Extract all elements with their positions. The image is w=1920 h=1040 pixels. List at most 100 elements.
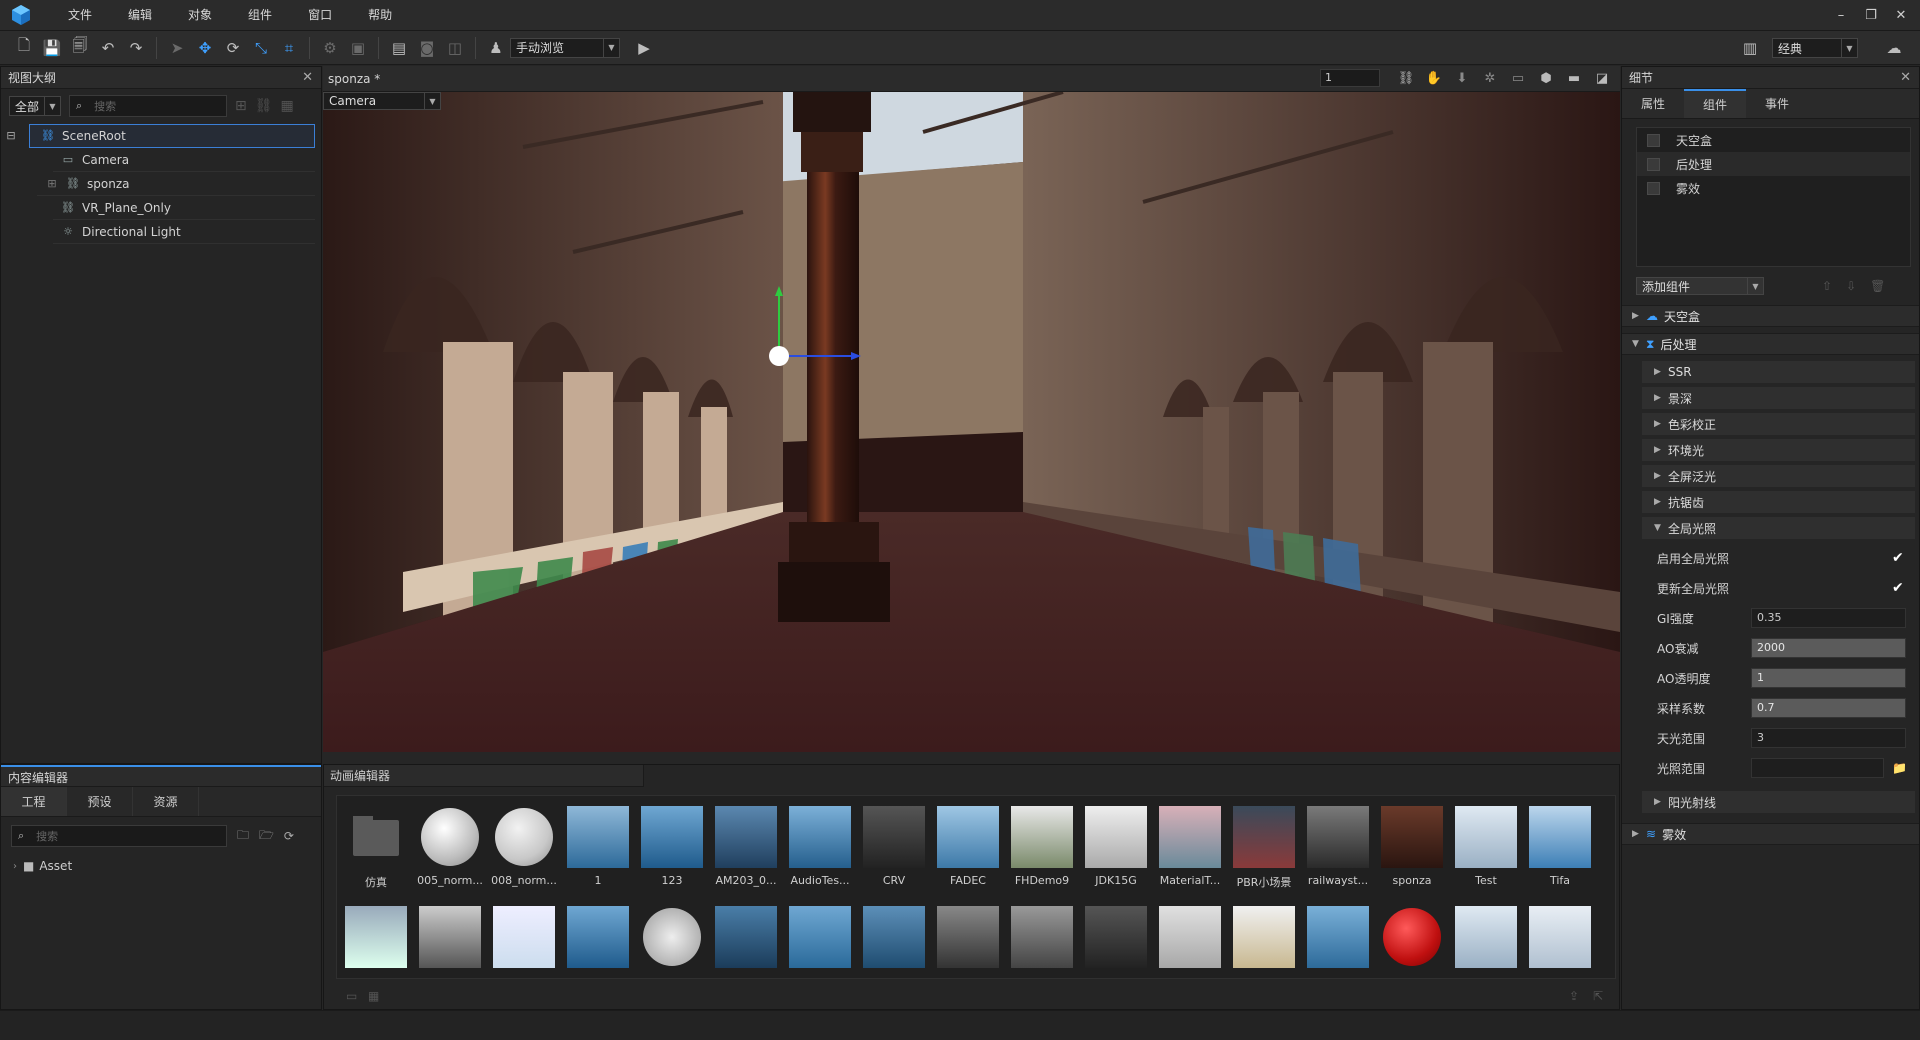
- folder-icon[interactable]: 📁: [1892, 761, 1907, 775]
- asset-item[interactable]: [1157, 906, 1223, 968]
- export-icon[interactable]: ⇱: [1593, 989, 1603, 1003]
- section-fog[interactable]: ▶ ≋ 雾效: [1622, 823, 1919, 845]
- post-item-color-correction[interactable]: ▶ 色彩校正: [1642, 413, 1915, 435]
- gi-strength-input[interactable]: 0.35: [1751, 608, 1906, 628]
- outline-search-input[interactable]: ⌕ 搜索: [69, 95, 227, 117]
- hand-icon[interactable]: ✋: [1422, 71, 1446, 86]
- redo-icon[interactable]: ↷: [122, 35, 150, 61]
- post-item-dof[interactable]: ▶ 景深: [1642, 387, 1915, 409]
- asset-item[interactable]: 1: [565, 806, 631, 887]
- asset-item[interactable]: 123: [639, 806, 705, 887]
- list-icon[interactable]: ▦: [368, 989, 379, 1003]
- transform-icon[interactable]: ⌗: [275, 35, 303, 61]
- down-arrow-icon[interactable]: ⬇: [1450, 71, 1474, 86]
- camera-select[interactable]: Camera ▼: [323, 92, 441, 110]
- frame-input[interactable]: 1: [1320, 69, 1380, 87]
- asset-item[interactable]: [713, 906, 779, 968]
- add-component-select[interactable]: 添加组件 ▼: [1636, 277, 1764, 295]
- tab-resources[interactable]: 资源: [133, 787, 199, 816]
- move-icon[interactable]: ✥: [191, 35, 219, 61]
- new-folder-icon[interactable]: 🗀: [237, 826, 249, 847]
- expand-icon[interactable]: ›: [13, 861, 17, 872]
- view-mode-select[interactable]: 手动浏览 ▼: [510, 37, 620, 58]
- sky-range-input[interactable]: 3: [1751, 728, 1906, 748]
- asset-item[interactable]: Test: [1453, 806, 1519, 887]
- asset-item[interactable]: 005_norm...: [417, 806, 483, 887]
- menu-window[interactable]: 窗口: [290, 0, 350, 31]
- asset-item[interactable]: [787, 906, 853, 968]
- asset-item[interactable]: [1231, 906, 1297, 968]
- asset-item[interactable]: [1305, 906, 1371, 968]
- tree-node-camera[interactable]: ▭ Camera: [53, 148, 315, 172]
- menu-component[interactable]: 组件: [230, 0, 290, 31]
- tree-node-sceneroot[interactable]: ⊟ ⛓ SceneRoot: [6, 124, 315, 148]
- tab-presets[interactable]: 预设: [67, 787, 133, 816]
- asset-item[interactable]: [1379, 906, 1445, 968]
- refresh-icon[interactable]: ⟳: [284, 829, 294, 843]
- open-folder-icon[interactable]: 🗁: [259, 826, 274, 847]
- asset-item[interactable]: FHDemo9: [1009, 806, 1075, 887]
- asset-item[interactable]: 008_norm...: [491, 806, 557, 887]
- component-item-fog[interactable]: 雾效: [1637, 176, 1910, 200]
- delete-icon[interactable]: 🗑: [1870, 279, 1885, 293]
- tree-node-directional-light[interactable]: ☼ Directional Light: [53, 220, 315, 244]
- rotate-icon[interactable]: ⟳: [219, 35, 247, 61]
- collapse-icon[interactable]: ⊟: [4, 124, 18, 148]
- asset-item[interactable]: 仿真: [343, 806, 409, 890]
- asset-item[interactable]: railwayst...: [1305, 806, 1371, 887]
- asset-item[interactable]: [491, 906, 557, 968]
- upload-icon[interactable]: ⇪: [1569, 989, 1579, 1003]
- asset-item[interactable]: [861, 906, 927, 968]
- outline-filter-select[interactable]: 全部 ▼: [9, 96, 61, 116]
- tab-properties[interactable]: 属性: [1622, 89, 1684, 118]
- asset-item[interactable]: [417, 906, 483, 968]
- asset-item[interactable]: MaterialT...: [1157, 806, 1223, 887]
- asset-item[interactable]: JDK15G: [1083, 806, 1149, 887]
- new-file-icon[interactable]: 🗋: [10, 35, 38, 61]
- close-window-icon[interactable]: ✕: [1886, 8, 1916, 23]
- asset-item[interactable]: [1009, 906, 1075, 968]
- menu-object[interactable]: 对象: [170, 0, 230, 31]
- link-icon[interactable]: ⛓: [255, 98, 273, 114]
- component-checkbox[interactable]: [1647, 157, 1660, 171]
- ao-opacity-input[interactable]: 1: [1751, 668, 1906, 688]
- asset-item[interactable]: [935, 906, 1001, 968]
- component-item-postprocess[interactable]: 后处理: [1637, 152, 1910, 176]
- asset-item[interactable]: Tifa: [1527, 806, 1593, 887]
- post-item-ambient[interactable]: ▶ 环境光: [1642, 439, 1915, 461]
- viewport-tab[interactable]: sponza *: [328, 66, 380, 92]
- post-item-bloom[interactable]: ▶ 全屏泛光: [1642, 465, 1915, 487]
- tree-node-sponza[interactable]: ⊞ ⛓ sponza: [37, 172, 315, 196]
- move-down-icon[interactable]: ⇩: [1846, 279, 1856, 293]
- ao-decay-input[interactable]: 2000: [1751, 638, 1906, 658]
- asset-item[interactable]: [1453, 906, 1519, 968]
- asset-item[interactable]: [1527, 906, 1593, 968]
- publish-icon[interactable]: ☁: [1880, 35, 1908, 61]
- asset-item[interactable]: [343, 906, 409, 968]
- play-icon[interactable]: ▶: [630, 35, 658, 61]
- folder-item-asset[interactable]: › ■ Asset: [1, 855, 321, 877]
- record-icon[interactable]: ◫: [441, 35, 469, 61]
- gi-update-checkbox[interactable]: ✔: [1892, 580, 1904, 596]
- minimize-icon[interactable]: –: [1826, 8, 1856, 23]
- film-icon[interactable]: ▤: [385, 35, 413, 61]
- camera-icon[interactable]: ◙: [413, 35, 441, 61]
- tree-node-vr-plane[interactable]: ⛓ VR_Plane_Only: [53, 196, 315, 220]
- scene-viewport[interactable]: Camera ▼: [323, 92, 1620, 752]
- component-checkbox[interactable]: [1647, 133, 1660, 147]
- menu-help[interactable]: 帮助: [350, 0, 410, 31]
- asset-item[interactable]: FADEC: [935, 806, 1001, 887]
- select-icon[interactable]: ➤: [163, 35, 191, 61]
- menu-edit[interactable]: 编辑: [110, 0, 170, 31]
- menu-file[interactable]: 文件: [50, 0, 110, 31]
- undo-icon[interactable]: ↶: [94, 35, 122, 61]
- restore-icon[interactable]: ❐: [1856, 8, 1886, 23]
- expand-all-icon[interactable]: ⊞: [235, 98, 247, 114]
- asset-item[interactable]: AM203_0...: [713, 806, 779, 887]
- tab-components[interactable]: 组件: [1684, 89, 1746, 118]
- filter-icon[interactable]: ▦: [281, 98, 294, 114]
- expand-icon[interactable]: ⊞: [45, 172, 59, 196]
- component-checkbox[interactable]: [1647, 181, 1660, 195]
- post-item-gi[interactable]: ▼ 全局光照: [1642, 517, 1915, 539]
- section-postprocess[interactable]: ▼ ⧗ 后处理: [1622, 333, 1919, 355]
